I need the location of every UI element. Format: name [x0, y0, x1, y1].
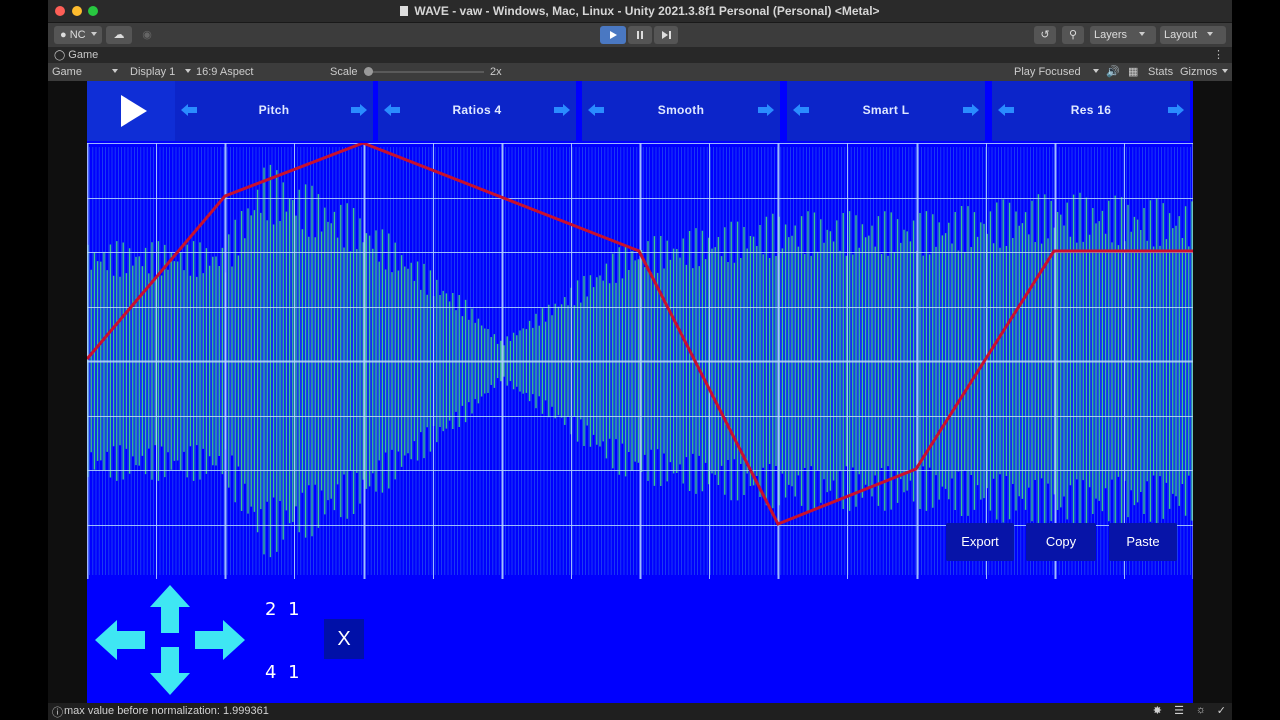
tab-game[interactable]: ◯ Game [54, 49, 98, 61]
ratio-bottom-value: 4 1 [265, 662, 303, 683]
unity-window: WAVE - vaw - Windows, Mac, Linux - Unity… [48, 0, 1232, 720]
copy-button[interactable]: Copy [1026, 523, 1096, 561]
step-button[interactable] [654, 26, 678, 44]
param-selector-4: Smart L [787, 81, 985, 141]
stats-toggle[interactable]: Stats [1148, 65, 1173, 79]
game-screen[interactable]: Pitch Ratios 4 Smooth Smart L Res 16 Export … [87, 81, 1193, 703]
arrow-left-icon[interactable] [95, 620, 145, 660]
chevron-down-icon [1222, 69, 1229, 73]
param-label: Smooth [657, 103, 705, 117]
chevron-down-icon [1092, 69, 1099, 73]
more-options-icon[interactable]: ⋮ [1213, 48, 1224, 61]
history-button[interactable]: ↺ [1034, 26, 1056, 44]
gamepad-icon: ◯ [54, 50, 66, 61]
title-bar: WAVE - vaw - Windows, Mac, Linux - Unity… [48, 0, 1232, 23]
arrow-right-icon[interactable] [963, 104, 979, 116]
status-message: max value before normalization: 1.999361 [64, 705, 269, 717]
arrow-up-icon[interactable] [150, 585, 190, 633]
mute-audio-icon[interactable]: 🔊 [1106, 65, 1120, 79]
param-label: Pitch [258, 103, 290, 117]
layers-icon[interactable]: ☰ [1174, 704, 1184, 717]
control-panel: 2 1 4 1 X [87, 581, 1193, 703]
scale-slider-handle[interactable] [364, 67, 373, 76]
layers-dropdown[interactable]: Layers [1090, 26, 1156, 44]
arrow-right-icon[interactable] [351, 104, 367, 116]
chevron-down-icon [1207, 32, 1214, 36]
lighting-icon[interactable]: ☼ [1196, 704, 1206, 716]
step-icon [662, 31, 671, 39]
document-icon [400, 6, 409, 16]
arrow-right-icon[interactable] [195, 620, 245, 660]
pause-button[interactable] [628, 26, 652, 44]
waveform-display[interactable] [87, 143, 1193, 579]
paste-button[interactable]: Paste [1109, 523, 1177, 561]
collab-icon: ◉ [142, 29, 152, 41]
scale-label: Scale [330, 66, 358, 78]
account-icon: ● [60, 29, 67, 41]
arrow-right-icon[interactable] [758, 104, 774, 116]
game-view-toolbar: Game Display 1 16:9 Aspect Scale 2x Play… [48, 63, 1232, 87]
check-icon[interactable]: ✓ [1217, 704, 1226, 717]
play-icon [610, 31, 617, 39]
direction-pad [95, 585, 245, 695]
layout-dropdown[interactable]: Layout [1160, 26, 1226, 44]
param-label: Ratios 4 [452, 103, 502, 117]
param-selector-1: Pitch [175, 81, 373, 141]
param-selector-5: Res 16 [992, 81, 1190, 141]
game-viewport: Pitch Ratios 4 Smooth Smart L Res 16 Export … [48, 81, 1232, 703]
export-button[interactable]: Export [946, 523, 1014, 561]
param-selector-3: Smooth [582, 81, 780, 141]
arrow-right-icon[interactable] [554, 104, 570, 116]
debug-icon[interactable]: ✸ [1153, 704, 1162, 717]
search-icon: ⚲ [1068, 29, 1078, 41]
cloud-button[interactable]: ☁ [106, 26, 132, 44]
ratio-top-value: 2 1 [265, 599, 303, 620]
pause-icon [637, 31, 643, 39]
gizmos-dropdown[interactable]: Gizmos [1180, 65, 1229, 79]
history-icon: ↺ [1040, 29, 1050, 41]
cloud-icon: ☁ [113, 29, 125, 41]
editor-tab-bar: ◯ Game ⋮ [48, 47, 1232, 63]
play-icon [121, 95, 147, 127]
search-button[interactable]: ⚲ [1062, 26, 1084, 44]
close-button[interactable]: X [324, 619, 364, 659]
arrow-down-icon[interactable] [150, 647, 190, 695]
window-title: WAVE - vaw - Windows, Mac, Linux - Unity… [48, 4, 1232, 18]
main-toolbar: ● NC ☁ ◉ ↺ ⚲ Layers Layout [48, 23, 1232, 47]
status-bar: ⓘ max value before normalization: 1.9993… [48, 703, 1232, 720]
collab-button[interactable]: ◉ [136, 26, 158, 44]
parameter-header: Pitch Ratios 4 Smooth Smart L Res 16 [87, 81, 1193, 141]
scale-slider[interactable] [364, 67, 484, 76]
chevron-down-icon [90, 32, 97, 36]
param-label: Res 16 [1070, 103, 1112, 117]
chevron-down-icon [185, 69, 192, 73]
scale-value: 2x [490, 66, 502, 78]
info-icon: ⓘ [52, 707, 63, 719]
chevron-down-icon [111, 69, 118, 73]
param-selector-2: Ratios 4 [378, 81, 576, 141]
arrow-right-icon[interactable] [1168, 104, 1184, 116]
play-sound-button[interactable] [87, 81, 175, 141]
chevron-down-icon [1139, 32, 1146, 36]
play-mode-select[interactable]: Play Focused [1014, 65, 1099, 79]
play-button[interactable] [600, 26, 626, 44]
param-label: Smart L [862, 103, 910, 117]
display-select[interactable]: Display 1 [130, 65, 192, 79]
account-dropdown[interactable]: ● NC [54, 26, 102, 44]
view-select[interactable]: Game [52, 65, 118, 79]
stats-grid-icon[interactable]: ▦ [1128, 65, 1138, 79]
